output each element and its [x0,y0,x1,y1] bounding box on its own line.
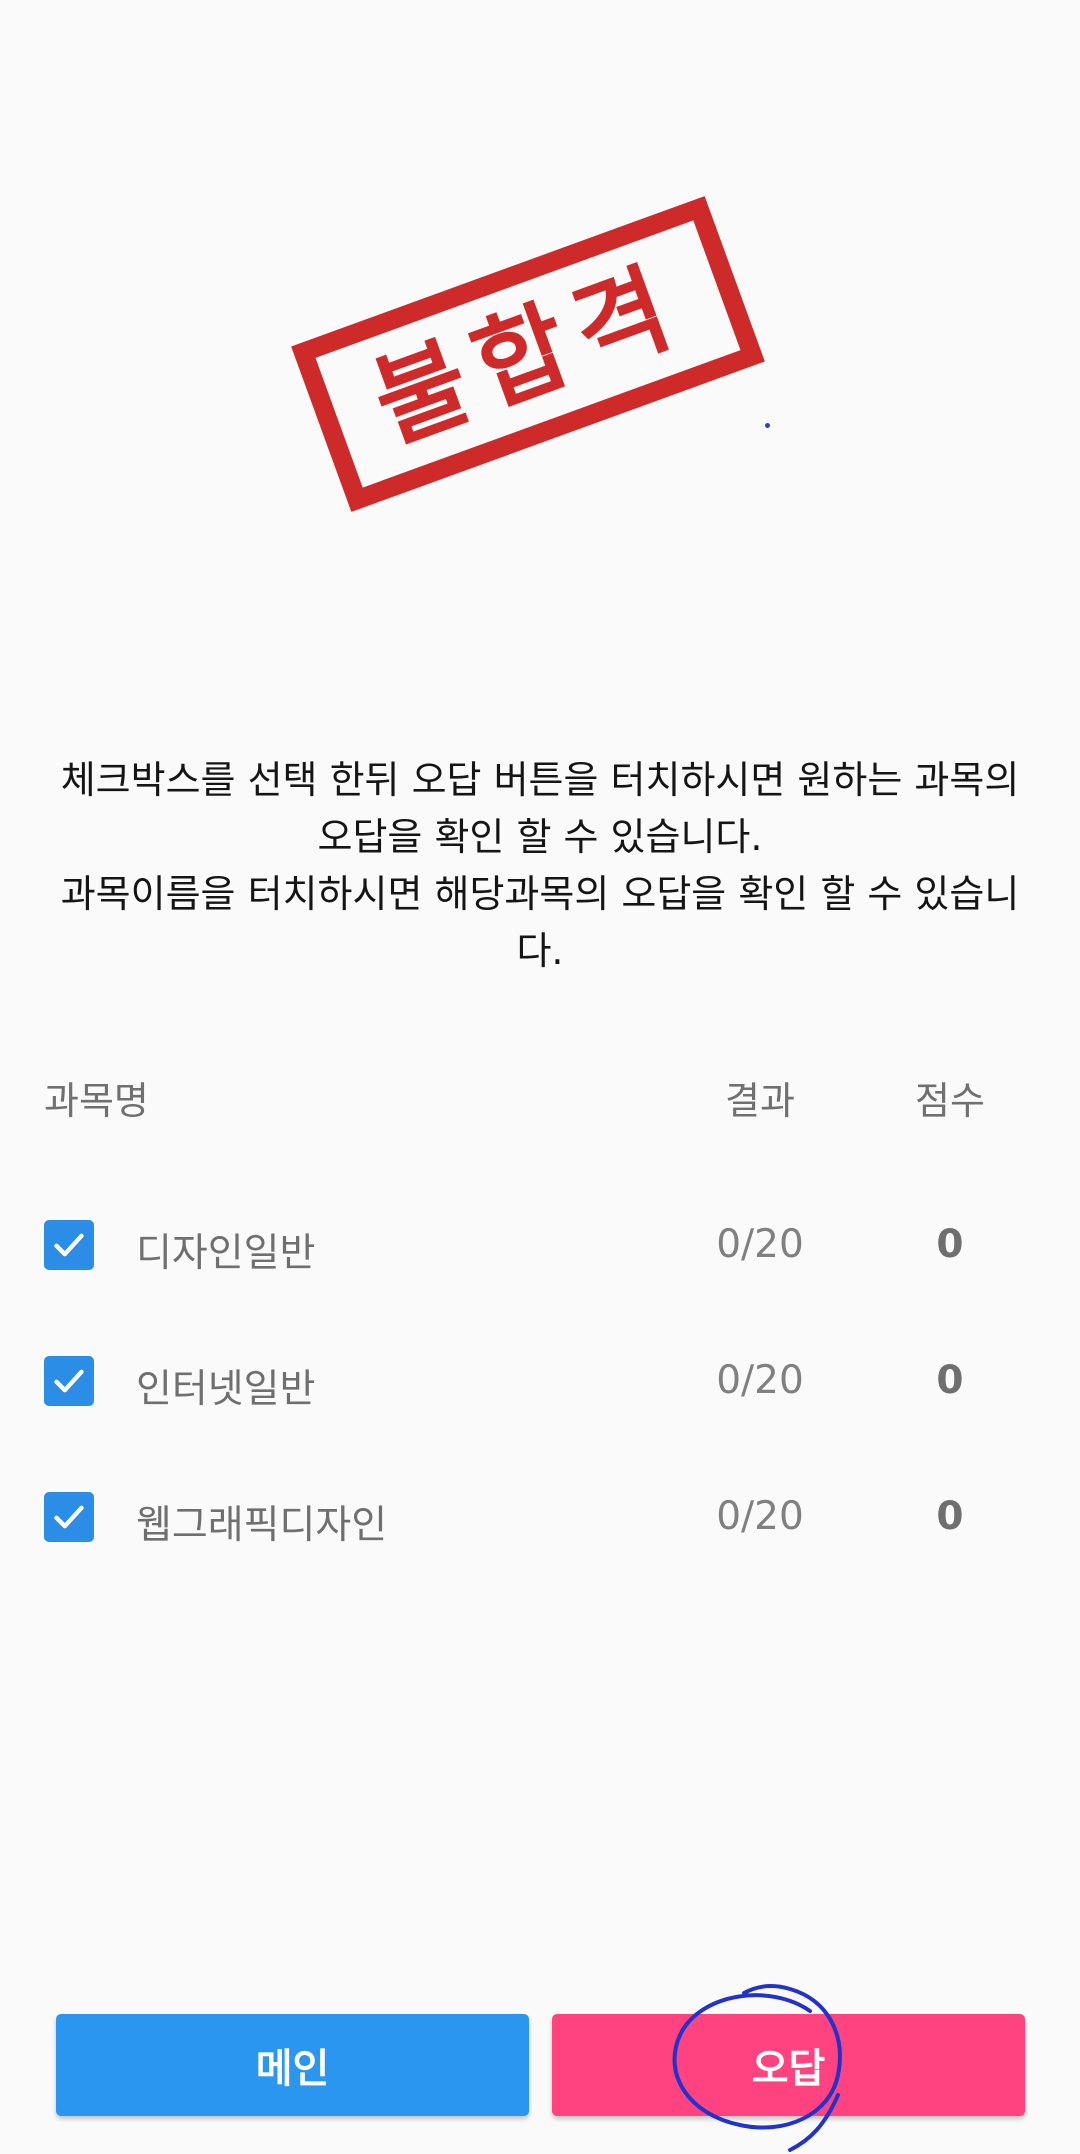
table-row: 디자인일반 0/20 0 [0,1220,1080,1356]
instruction-line-2: 과목이름을 터치하시면 해당과목의 오답을 확인 할 수 있습니다. [60,872,1020,973]
subject-table: 과목명 결과 점수 디자인일반 0/20 0 인터넷일반 0/20 0 웹그래픽… [0,1060,1080,1548]
table-header: 과목명 결과 점수 [0,1060,1080,1130]
subject-name[interactable]: 인터넷일반 [136,1358,315,1414]
subject-result: 0/20 [716,1222,804,1267]
stray-dot [765,423,770,428]
header-subject: 과목명 [44,1079,149,1123]
subject-result: 0/20 [716,1358,804,1403]
check-icon [54,1369,84,1393]
subject-name[interactable]: 디자인일반 [136,1222,315,1278]
header-score: 점수 [915,1079,985,1123]
row-checkbox[interactable] [44,1356,94,1406]
table-row: 인터넷일반 0/20 0 [0,1356,1080,1492]
subject-score: 0 [936,1494,964,1539]
table-row: 웹그래픽디자인 0/20 0 [0,1492,1080,1628]
check-icon [54,1505,84,1529]
subject-result: 0/20 [716,1494,804,1539]
fail-stamp-frame: 불합격 [291,196,765,512]
subject-score: 0 [936,1358,964,1403]
subject-name[interactable]: 웹그래픽디자인 [136,1494,387,1550]
header-result: 결과 [725,1079,795,1123]
fail-stamp: 불합격 [270,180,810,540]
row-checkbox[interactable] [44,1492,94,1542]
subject-score: 0 [936,1222,964,1267]
check-icon [54,1233,84,1257]
fail-stamp-text: 불합격 [358,244,698,464]
row-checkbox[interactable] [44,1220,94,1270]
instruction-line-1: 체크박스를 선택 한뒤 오답 버튼을 터치하시면 원하는 과목의 오답을 확인 … [60,758,1020,859]
result-screen: 불합격 체크박스를 선택 한뒤 오답 버튼을 터치하시면 원하는 과목의 오답을… [0,0,1080,2154]
wrong-answers-button[interactable]: 오답 [552,2014,1025,2116]
instruction-text: 체크박스를 선택 한뒤 오답 버튼을 터치하시면 원하는 과목의 오답을 확인 … [60,752,1020,980]
main-button[interactable]: 메인 [56,2014,529,2116]
table-rows: 디자인일반 0/20 0 인터넷일반 0/20 0 웹그래픽디자인 0/20 0 [0,1220,1080,1628]
